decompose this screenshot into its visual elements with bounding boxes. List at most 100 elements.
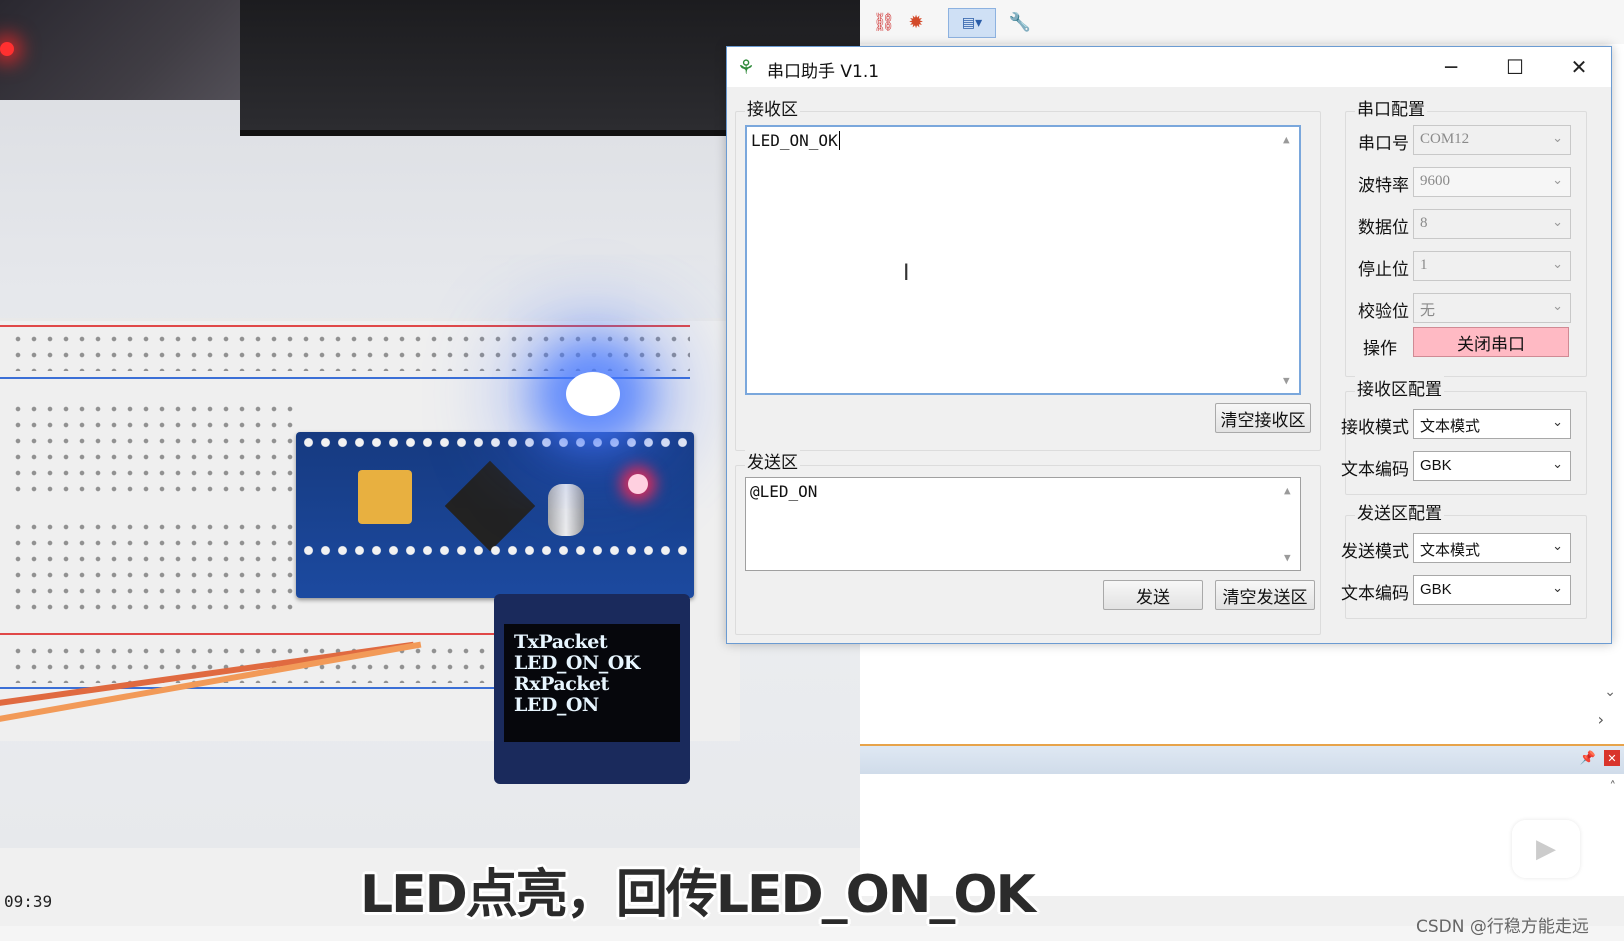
receive-encoding-select[interactable]: GBK ⌄ bbox=[1413, 451, 1571, 481]
databits-value: 8 bbox=[1420, 215, 1428, 231]
header-pins-top bbox=[300, 434, 690, 454]
close-button[interactable]: ✕ bbox=[1547, 47, 1611, 87]
breadboard-holes-left-top bbox=[10, 401, 300, 493]
receive-encoding-value: GBK bbox=[1420, 457, 1452, 474]
send-mode-value: 文本模式 bbox=[1420, 542, 1481, 559]
chevron-down-icon: ⌄ bbox=[1552, 214, 1563, 229]
port-label: 串口号 bbox=[1358, 134, 1409, 154]
oled-line-1: TxPacket bbox=[514, 631, 608, 653]
wrench-icon[interactable]: 🔧 bbox=[1006, 8, 1034, 36]
receive-mode-value: 文本模式 bbox=[1420, 418, 1481, 435]
port-value: COM12 bbox=[1420, 131, 1470, 147]
chevron-down-icon: ⌄ bbox=[1552, 580, 1563, 595]
receive-group-title: 接收区 bbox=[745, 95, 800, 120]
oled-line-4: LED_ON bbox=[514, 694, 599, 716]
send-mode-select[interactable]: 文本模式 ⌄ bbox=[1413, 533, 1571, 563]
send-config-title: 发送区配置 bbox=[1355, 499, 1444, 524]
jumper-block bbox=[358, 470, 412, 524]
ide-toolbar: ⛓ ✹ ▤▾ 🔧 bbox=[860, 0, 1624, 45]
baud-value: 9600 bbox=[1420, 173, 1450, 189]
debug-icon[interactable]: ✹ bbox=[902, 8, 930, 36]
stm32-board bbox=[296, 432, 694, 598]
chevron-down-icon: ⌄ bbox=[1552, 130, 1563, 145]
stopbits-label: 停止位 bbox=[1358, 260, 1409, 280]
text-caret bbox=[838, 131, 840, 150]
chevron-down-icon: ⌄ bbox=[1552, 172, 1563, 187]
chevron-down-icon: ⌄ bbox=[1552, 256, 1563, 271]
baud-label: 波特率 bbox=[1358, 176, 1409, 196]
scroll-down-arrow-icon[interactable]: ▼ bbox=[1284, 551, 1291, 564]
power-rail-red bbox=[0, 325, 690, 327]
scroll-up-arrow-icon[interactable]: ▲ bbox=[1284, 484, 1291, 497]
scroll-up-arrow-icon[interactable]: ▲ bbox=[1283, 133, 1290, 146]
chevron-down-icon: ⌄ bbox=[1552, 298, 1563, 313]
scroll-right-icon[interactable]: › bbox=[1598, 710, 1604, 729]
send-content: @LED_ON bbox=[750, 482, 818, 501]
parity-select[interactable]: 无 ⌄ bbox=[1413, 293, 1571, 323]
link-icon[interactable]: ⛓ bbox=[870, 8, 898, 36]
app-logo-icon: ⚘ bbox=[737, 55, 755, 79]
oled-line-3: RxPacket bbox=[514, 673, 609, 695]
close-port-button[interactable]: 关闭串口 bbox=[1413, 327, 1569, 357]
serial-config-title: 串口配置 bbox=[1355, 95, 1427, 120]
adapter-power-led bbox=[0, 42, 14, 56]
baud-select[interactable]: 9600 ⌄ bbox=[1413, 167, 1571, 197]
oled-screen: TxPacket LED_ON_OK RxPacket LED_ON bbox=[504, 624, 680, 742]
send-scrollbar[interactable]: ▲ ▼ bbox=[1280, 480, 1298, 568]
send-encoding-value: GBK bbox=[1420, 581, 1452, 598]
maximize-button[interactable]: ☐ bbox=[1483, 47, 1547, 87]
window-title: 串口助手 V1.1 bbox=[767, 62, 880, 82]
send-button[interactable]: 发送 bbox=[1103, 580, 1203, 610]
stopbits-select[interactable]: 1 ⌄ bbox=[1413, 251, 1571, 281]
stopbits-value: 1 bbox=[1420, 257, 1428, 273]
chevron-down-icon: ⌄ bbox=[1552, 414, 1563, 429]
scroll-down-arrow-icon[interactable]: ▼ bbox=[1283, 374, 1290, 387]
receive-config-title: 接收区配置 bbox=[1355, 375, 1444, 400]
play-icon[interactable]: ▶ bbox=[1512, 820, 1580, 878]
send-group-title: 发送区 bbox=[745, 448, 800, 473]
databits-select[interactable]: 8 ⌄ bbox=[1413, 209, 1571, 239]
clear-send-button[interactable]: 清空发送区 bbox=[1215, 580, 1315, 610]
receive-mode-select[interactable]: 文本模式 ⌄ bbox=[1413, 409, 1571, 439]
csdn-watermark: CSDN @行稳方能走远 bbox=[1416, 917, 1589, 937]
usb-adapter-board bbox=[0, 0, 260, 100]
clear-receive-button[interactable]: 清空接收区 bbox=[1215, 403, 1311, 433]
send-encoding-label: 文本编码 bbox=[1341, 584, 1409, 604]
oled-line-2: LED_ON_OK bbox=[514, 652, 640, 674]
breadboard-holes-left-bottom bbox=[10, 519, 300, 611]
receive-content: LED_ON_OK bbox=[751, 131, 838, 150]
player-bottom-strip bbox=[0, 926, 1624, 941]
panel-close-icon[interactable]: ✕ bbox=[1604, 750, 1620, 766]
receive-mode-label: 接收模式 bbox=[1341, 418, 1409, 438]
minimize-button[interactable]: ─ bbox=[1419, 47, 1483, 87]
ide-output-panel-header: 📌 ✕ bbox=[860, 744, 1624, 776]
video-subtitle: LED点亮，回传LED_ON_OK bbox=[360, 865, 1036, 925]
scroll-up-icon[interactable]: ˄ bbox=[1610, 780, 1617, 795]
chevron-down-icon: ⌄ bbox=[1552, 456, 1563, 471]
header-pins-bottom bbox=[300, 542, 690, 562]
mcu-chip bbox=[444, 460, 536, 552]
receive-scrollbar[interactable]: ▲ ▼ bbox=[1279, 129, 1297, 391]
parity-value: 无 bbox=[1420, 303, 1436, 319]
receive-textarea[interactable]: LED_ON_OK ▲ ▼ bbox=[745, 125, 1301, 395]
view-icon[interactable]: ▤▾ bbox=[948, 8, 996, 38]
send-mode-label: 发送模式 bbox=[1341, 542, 1409, 562]
send-encoding-select[interactable]: GBK ⌄ bbox=[1413, 575, 1571, 605]
parity-label: 校验位 bbox=[1358, 302, 1409, 322]
scroll-down-icon[interactable]: ⌄ bbox=[1604, 684, 1616, 700]
red-power-led bbox=[628, 474, 648, 494]
serial-assistant-window: ⚘ 串口助手 V1.1 ─ ☐ ✕ 接收区 LED_ON_OK ▲ ▼ I 清空… bbox=[726, 46, 1612, 644]
operation-label: 操作 bbox=[1363, 339, 1397, 359]
receive-encoding-label: 文本编码 bbox=[1341, 460, 1409, 480]
port-select[interactable]: COM12 ⌄ bbox=[1413, 125, 1571, 155]
send-textarea[interactable]: @LED_ON ▲ ▼ bbox=[745, 477, 1301, 571]
pin-icon[interactable]: 📌 bbox=[1580, 751, 1596, 766]
title-bar: ⚘ 串口助手 V1.1 ─ ☐ ✕ bbox=[727, 47, 1611, 87]
rail-holes-top bbox=[10, 331, 690, 371]
oled-module: TxPacket LED_ON_OK RxPacket LED_ON bbox=[494, 594, 690, 784]
blue-led-lit bbox=[566, 372, 620, 416]
databits-label: 数据位 bbox=[1358, 218, 1409, 238]
chevron-down-icon: ⌄ bbox=[1552, 538, 1563, 553]
text-cursor-icon: I bbox=[903, 261, 910, 286]
video-timecode: 09:39 bbox=[4, 892, 53, 911]
